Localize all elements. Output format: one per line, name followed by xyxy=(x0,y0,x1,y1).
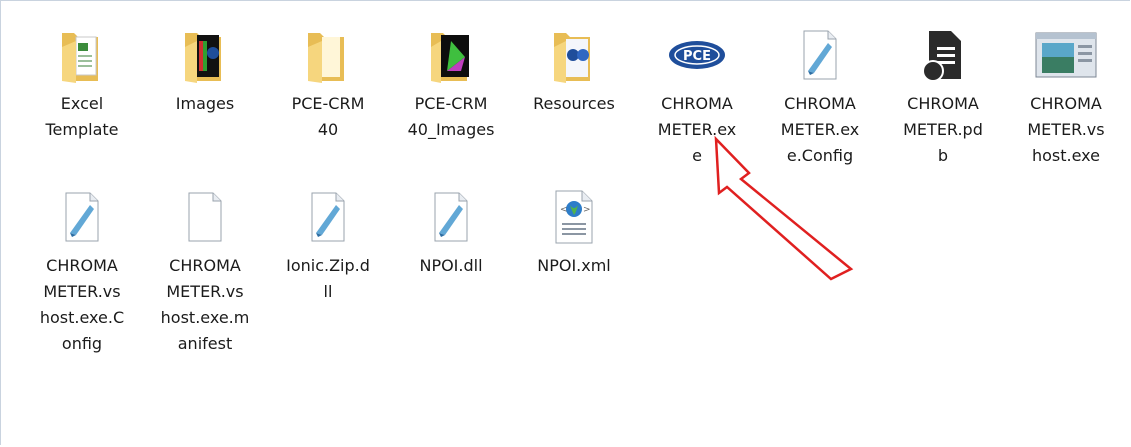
file-label: CHROMA METER.pd b xyxy=(903,94,983,165)
folder-images-icon xyxy=(150,23,260,87)
file-explorer-view: Excel Template Images PCE-CRM 40 PCE-CRM… xyxy=(0,0,1130,445)
config-file-icon xyxy=(765,23,875,87)
config-file-icon xyxy=(396,185,506,249)
config-file-icon xyxy=(273,185,383,249)
folder-resources-icon xyxy=(519,23,629,87)
xml-file-icon: < > xyxy=(519,185,629,249)
file-label: PCE-CRM 40_Images xyxy=(407,94,495,139)
svg-text:<: < xyxy=(560,205,568,215)
file-label: Excel Template xyxy=(45,94,119,139)
file-label: CHROMA METER.ex e.Config xyxy=(780,94,860,165)
file-item-excel-template[interactable]: Excel Template xyxy=(27,23,137,143)
file-item-images[interactable]: Images xyxy=(150,23,260,117)
file-label: CHROMA METER.ex e xyxy=(657,94,737,165)
folder-chromaticity-icon xyxy=(396,23,506,87)
folder-icon xyxy=(273,23,383,87)
file-label: NPOI.xml xyxy=(537,256,611,275)
svg-text:>: > xyxy=(583,205,591,215)
file-item-chroma-meter-vshost-exe-manifest[interactable]: CHROMA METER.vs host.exe.m anifest xyxy=(150,185,260,357)
window-app-icon xyxy=(1011,23,1121,87)
file-item-resources[interactable]: Resources xyxy=(519,23,629,117)
file-label: CHROMA METER.vs host.exe.C onfig xyxy=(39,256,125,353)
folder-excel-icon xyxy=(27,23,137,87)
config-file-icon xyxy=(27,185,137,249)
file-item-pce-crm-40[interactable]: PCE-CRM 40 xyxy=(273,23,383,143)
file-item-ionic-zip-dll[interactable]: Ionic.Zip.d ll xyxy=(273,185,383,305)
file-item-chroma-meter-exe-config[interactable]: CHROMA METER.ex e.Config xyxy=(765,23,875,169)
file-label: Images xyxy=(175,94,235,113)
file-item-chroma-meter-exe[interactable]: PCE CHROMA METER.ex e xyxy=(642,23,752,169)
blank-file-icon xyxy=(150,185,260,249)
file-label: CHROMA METER.vs host.exe xyxy=(1027,94,1105,165)
pdb-file-icon xyxy=(888,23,998,87)
file-label: Ionic.Zip.d ll xyxy=(286,256,370,301)
svg-text:PCE: PCE xyxy=(683,49,711,64)
pce-logo-icon: PCE xyxy=(642,23,752,87)
file-label: NPOI.dll xyxy=(419,256,483,275)
file-label: Resources xyxy=(533,94,615,113)
file-label: PCE-CRM 40 xyxy=(291,94,365,139)
file-item-pce-crm-40-images[interactable]: PCE-CRM 40_Images xyxy=(396,23,506,143)
file-item-chroma-meter-vshost-exe-config[interactable]: CHROMA METER.vs host.exe.C onfig xyxy=(27,185,137,357)
file-item-chroma-meter-vshost-exe[interactable]: CHROMA METER.vs host.exe xyxy=(1011,23,1121,169)
file-item-chroma-meter-pdb[interactable]: CHROMA METER.pd b xyxy=(888,23,998,169)
file-item-npoi-xml[interactable]: < > NPOI.xml xyxy=(519,185,629,279)
file-item-npoi-dll[interactable]: NPOI.dll xyxy=(396,185,506,279)
file-label: CHROMA METER.vs host.exe.m anifest xyxy=(160,256,250,353)
